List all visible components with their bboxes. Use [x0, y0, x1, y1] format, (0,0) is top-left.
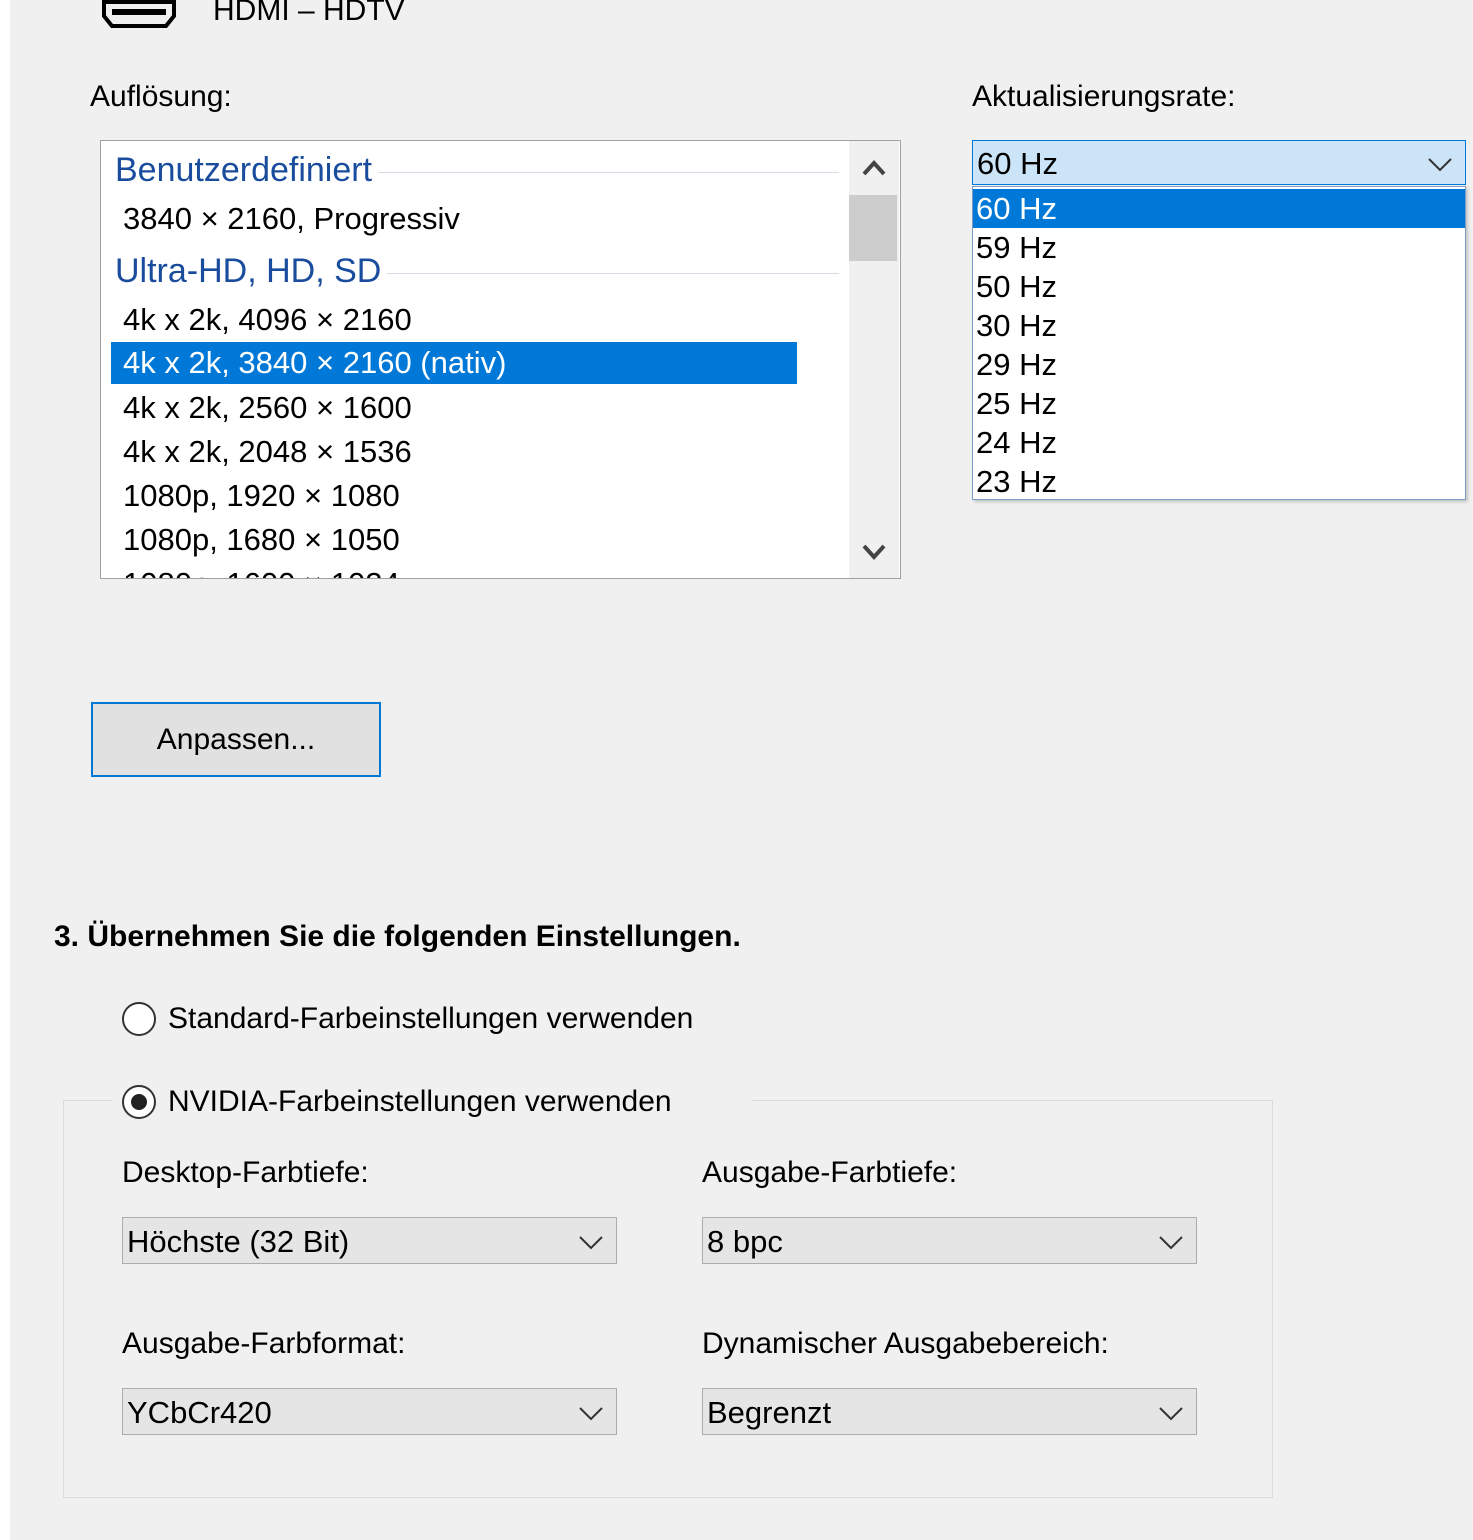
option-24hz[interactable]: 24 Hz	[973, 423, 1465, 462]
scroll-thumb[interactable]	[849, 195, 897, 261]
chevron-down-icon	[1159, 1407, 1183, 1421]
option-23hz[interactable]: 23 Hz	[973, 462, 1465, 501]
section-heading: 3. Übernehmen Sie die folgenden Einstell…	[54, 920, 741, 953]
output-color-depth-label: Ausgabe-Farbtiefe:	[702, 1156, 958, 1189]
radio-button-unchecked[interactable]	[122, 1002, 156, 1036]
output-color-depth-value: 8 bpc	[707, 1224, 783, 1259]
list-item[interactable]: 4k x 2k, 4096 × 2160	[111, 299, 797, 341]
list-item[interactable]: 4k x 2k, 2048 × 1536	[111, 431, 797, 473]
group-header-uhd: Ultra-HD, HD, SD	[115, 249, 839, 293]
scroll-down-button[interactable]	[849, 527, 899, 577]
vertical-scrollbar[interactable]	[849, 141, 899, 578]
resolution-list: Benutzerdefiniert 3840 × 2160, Progressi…	[101, 141, 849, 578]
list-item[interactable]: 1080p, 1680 × 1050	[111, 519, 797, 561]
option-50hz[interactable]: 50 Hz	[973, 267, 1465, 306]
customize-button[interactable]: Anpassen...	[91, 702, 381, 777]
radio-default-label: Standard-Farbeinstellungen verwenden	[168, 1002, 694, 1035]
scroll-up-button[interactable]	[849, 143, 899, 193]
radio-default-colors[interactable]: Standard-Farbeinstellungen verwenden	[122, 997, 693, 1041]
radio-button-checked[interactable]	[122, 1085, 156, 1119]
list-item[interactable]: 4k x 2k, 2560 × 1600	[111, 387, 797, 429]
refresh-rate-options: 60 Hz 59 Hz 50 Hz 30 Hz 29 Hz 25 Hz 24 H…	[972, 186, 1466, 500]
output-color-depth-select[interactable]: 8 bpc	[702, 1217, 1197, 1264]
chevron-down-icon	[579, 1407, 603, 1421]
output-dynamic-range-select[interactable]: Begrenzt	[702, 1388, 1197, 1435]
chevron-down-icon	[1159, 1236, 1183, 1250]
display-name: HDMI – HDTV	[213, 0, 405, 27]
radio-nvidia-colors[interactable]: NVIDIA-Farbeinstellungen verwenden	[122, 1080, 672, 1124]
option-60hz[interactable]: 60 Hz	[973, 189, 1465, 228]
resolution-listbox[interactable]: Benutzerdefiniert 3840 × 2160, Progressi…	[100, 140, 901, 579]
list-item[interactable]: 1080p, 1600 × 1024	[111, 563, 797, 578]
output-color-format-label: Ausgabe-Farbformat:	[122, 1327, 406, 1360]
chevron-down-icon	[862, 544, 886, 560]
option-29hz[interactable]: 29 Hz	[973, 345, 1465, 384]
chevron-down-icon	[579, 1236, 603, 1250]
list-item[interactable]: 3840 × 2160, Progressiv	[111, 198, 797, 240]
option-59hz[interactable]: 59 Hz	[973, 228, 1465, 267]
hdmi-port-icon	[102, 0, 176, 28]
output-dynamic-range-label: Dynamischer Ausgabebereich:	[702, 1327, 1109, 1360]
output-color-format-select[interactable]: YCbCr420	[122, 1388, 617, 1435]
desktop-color-depth-select[interactable]: Höchste (32 Bit)	[122, 1217, 617, 1264]
refresh-rate-value: 60 Hz	[977, 146, 1058, 181]
list-item-selected[interactable]: 4k x 2k, 3840 × 2160 (nativ)	[111, 342, 797, 384]
option-30hz[interactable]: 30 Hz	[973, 306, 1465, 345]
radio-nvidia-label: NVIDIA-Farbeinstellungen verwenden	[168, 1085, 672, 1118]
output-color-format-value: YCbCr420	[127, 1395, 272, 1430]
group-divider	[387, 272, 839, 274]
list-item[interactable]: 1080p, 1920 × 1080	[111, 475, 797, 517]
group-header-custom: Benutzerdefiniert	[115, 148, 839, 192]
output-dynamic-range-value: Begrenzt	[707, 1395, 832, 1430]
resolution-label: Auflösung:	[90, 80, 232, 113]
group-divider	[378, 171, 839, 173]
group-header-label: Benutzerdefiniert	[115, 150, 373, 189]
refresh-rate-dropdown[interactable]: 60 Hz	[972, 140, 1466, 185]
settings-panel: HDMI – HDTV Auflösung: Benutzerdefiniert…	[10, 0, 1473, 1540]
desktop-color-depth-label: Desktop-Farbtiefe:	[122, 1156, 369, 1189]
refresh-rate-label: Aktualisierungsrate:	[972, 80, 1236, 113]
chevron-down-icon	[1428, 158, 1452, 172]
chevron-up-icon	[862, 160, 886, 176]
option-25hz[interactable]: 25 Hz	[973, 384, 1465, 423]
desktop-color-depth-value: Höchste (32 Bit)	[127, 1224, 350, 1259]
group-header-label: Ultra-HD, HD, SD	[115, 251, 382, 290]
